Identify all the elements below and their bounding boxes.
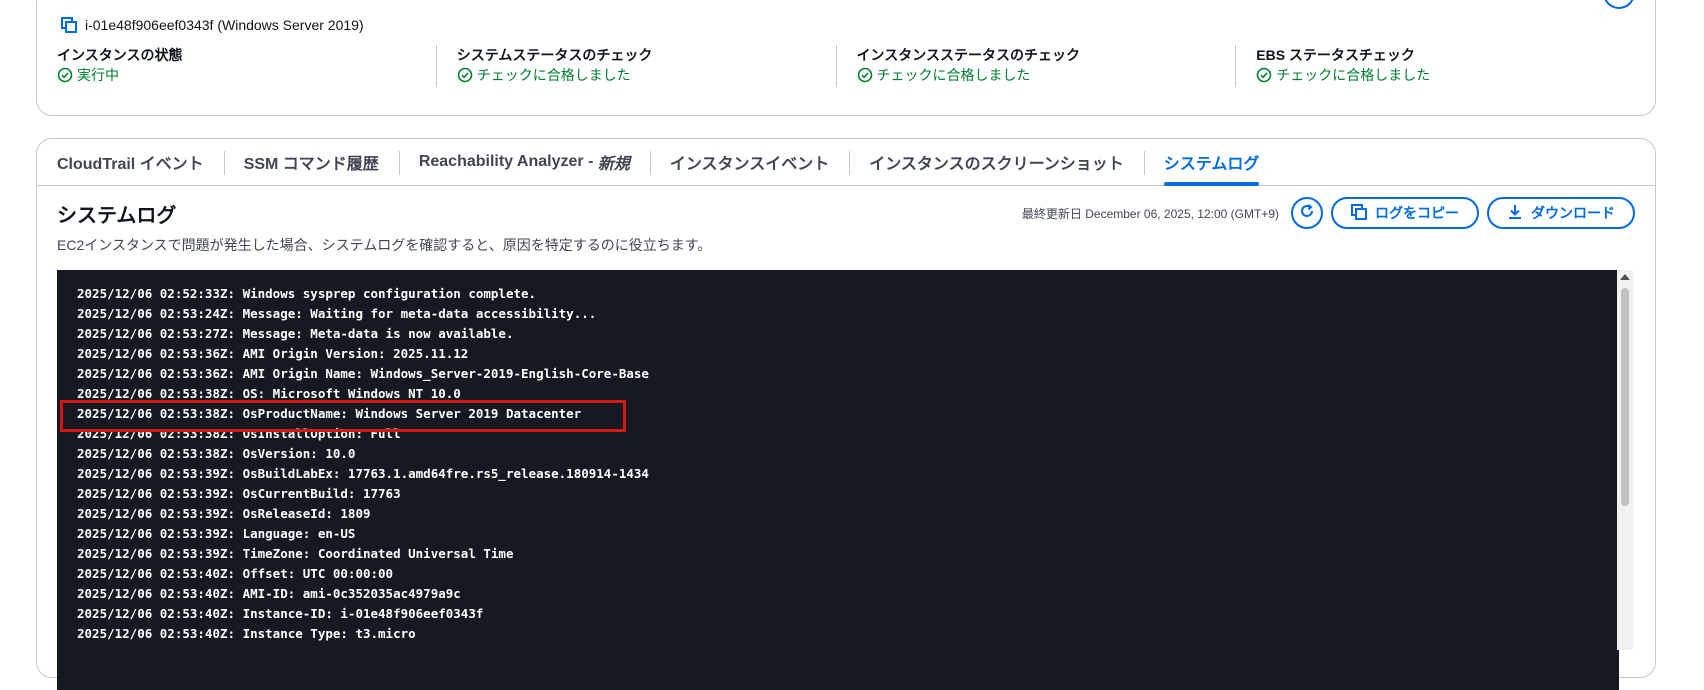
scroll-thumb[interactable] [1621, 288, 1629, 506]
highlight-annotation [60, 400, 626, 432]
instance-id-row: i-01e48f906eef0343f (Windows Server 2019… [61, 17, 364, 33]
log-line: 2025/12/06 02:53:27Z: Message: Meta-data… [77, 326, 514, 341]
check-circle-icon [57, 67, 73, 83]
tab-label: SSM コマンド履歴 [243, 156, 379, 173]
status-title: システムステータスのチェック [456, 47, 653, 63]
log-line: 2025/12/06 02:53:39Z: OsBuildLabEx: 1776… [77, 466, 649, 481]
status-value-text: チェックに合格しました [876, 67, 1031, 83]
status-value-text: チェックに合格しました [476, 67, 631, 83]
status-value-text: 実行中 [77, 67, 119, 83]
tab-instance-screenshot[interactable]: インスタンスのスクリーンショット [849, 139, 1144, 185]
download-label: ダウンロード [1531, 205, 1615, 221]
log-line: 2025/12/06 02:53:40Z: Instance-ID: i-01e… [77, 606, 484, 621]
status-columns: インスタンスの状態 実行中 システムステータスのチェック チェックに合格しました… [57, 45, 1635, 87]
instance-summary-card: i-01e48f906eef0343f (Windows Server 2019… [36, 0, 1656, 116]
log-line: 2025/12/06 02:53:40Z: Instance Type: t3.… [77, 626, 416, 641]
status-instance-state: インスタンスの状態 実行中 [57, 45, 436, 87]
check-circle-icon [457, 67, 473, 83]
last-updated-text: 最終更新日 December 06, 2025, 12:00 (GMT+9) [1021, 206, 1279, 221]
log-line: 2025/12/06 02:53:36Z: AMI Origin Version… [77, 346, 469, 361]
status-value: チェックに合格しました [457, 65, 836, 85]
status-instance-check: インスタンスステータスのチェック チェックに合格しました [835, 45, 1236, 87]
copy-log-button[interactable]: ログをコピー [1331, 197, 1479, 229]
download-icon [1507, 204, 1523, 223]
tab-system-log[interactable]: システムログ [1143, 139, 1280, 186]
log-line: 2025/12/06 02:53:39Z: OsReleaseId: 1809 [77, 506, 371, 521]
copy-icon [1351, 203, 1367, 223]
check-circle-icon [857, 67, 873, 83]
status-title: EBS ステータスチェック [1256, 47, 1415, 63]
status-ebs-check: EBS ステータスチェック チェックに合格しました [1235, 45, 1635, 87]
log-line: 2025/12/06 02:53:40Z: Offset: UTC 00:00:… [77, 566, 394, 581]
copy-log-label: ログをコピー [1375, 205, 1459, 221]
log-line: 2025/12/06 02:53:40Z: AMI-ID: ami-0c3520… [77, 586, 461, 601]
status-value: 実行中 [57, 65, 436, 85]
instance-id-label: i-01e48f906eef0343f (Windows Server 2019… [85, 17, 364, 33]
section-title: システムログ [57, 205, 177, 227]
log-lines: 2025/12/06 02:52:33Z: Windows sysprep co… [57, 270, 1619, 644]
log-actions: 最終更新日 December 06, 2025, 12:00 (GMT+9) ロ… [1022, 197, 1635, 229]
status-title: インスタンスの状態 [57, 47, 183, 63]
status-value-text: チェックに合格しました [1276, 67, 1431, 83]
refresh-button[interactable] [1291, 197, 1323, 229]
log-line: 2025/12/06 02:53:24Z: Message: Waiting f… [77, 306, 597, 321]
check-circle-icon [1256, 67, 1272, 83]
log-line: 2025/12/06 02:53:38Z: OsVersion: 10.0 [77, 446, 356, 461]
download-button[interactable]: ダウンロード [1487, 197, 1635, 229]
status-title: インスタンスステータスのチェック [856, 47, 1080, 63]
tab-instance-events[interactable]: インスタンスイベント [649, 139, 849, 185]
log-line: 2025/12/06 02:53:39Z: OsCurrentBuild: 17… [77, 486, 401, 501]
log-line: 2025/12/06 02:52:33Z: Windows sysprep co… [77, 286, 537, 301]
tab-cloudtrail-events[interactable]: CloudTrail イベント [57, 139, 224, 185]
refresh-icon [1299, 203, 1315, 224]
tab-label: インスタンスイベント [669, 156, 830, 173]
log-line: 2025/12/06 02:53:36Z: AMI Origin Name: W… [77, 366, 649, 381]
system-log-output[interactable]: 2025/12/06 02:52:33Z: Windows sysprep co… [57, 270, 1619, 690]
tab-label: Reachability Analyzer - [418, 153, 594, 170]
tab-reachability-analyzer[interactable]: Reachability Analyzer - 新規 [398, 139, 650, 185]
info-button[interactable] [1603, 0, 1635, 9]
scroll-up-arrow-icon[interactable] [1620, 274, 1630, 280]
tab-new-badge: 新規 [597, 156, 630, 173]
log-scrollbar[interactable] [1617, 270, 1633, 650]
tab-label: インスタンスのスクリーンショット [869, 156, 1124, 173]
section-description: EC2インスタンスで問題が発生した場合、システムログを確認すると、原因を特定する… [57, 237, 712, 253]
tab-label: システムログ [1163, 156, 1260, 173]
status-value: チェックに合格しました [857, 65, 1236, 85]
tab-bar: CloudTrail イベント SSM コマンド履歴 Reachability … [37, 139, 1655, 186]
log-line: 2025/12/06 02:53:39Z: Language: en-US [77, 526, 356, 541]
copy-icon[interactable] [61, 17, 77, 33]
status-value: チェックに合格しました [1256, 65, 1635, 85]
log-line: 2025/12/06 02:53:39Z: TimeZone: Coordina… [77, 546, 514, 561]
status-system-check: システムステータスのチェック チェックに合格しました [435, 45, 836, 87]
tab-ssm-command-history[interactable]: SSM コマンド履歴 [223, 139, 399, 185]
tab-label: CloudTrail イベント [57, 156, 204, 173]
